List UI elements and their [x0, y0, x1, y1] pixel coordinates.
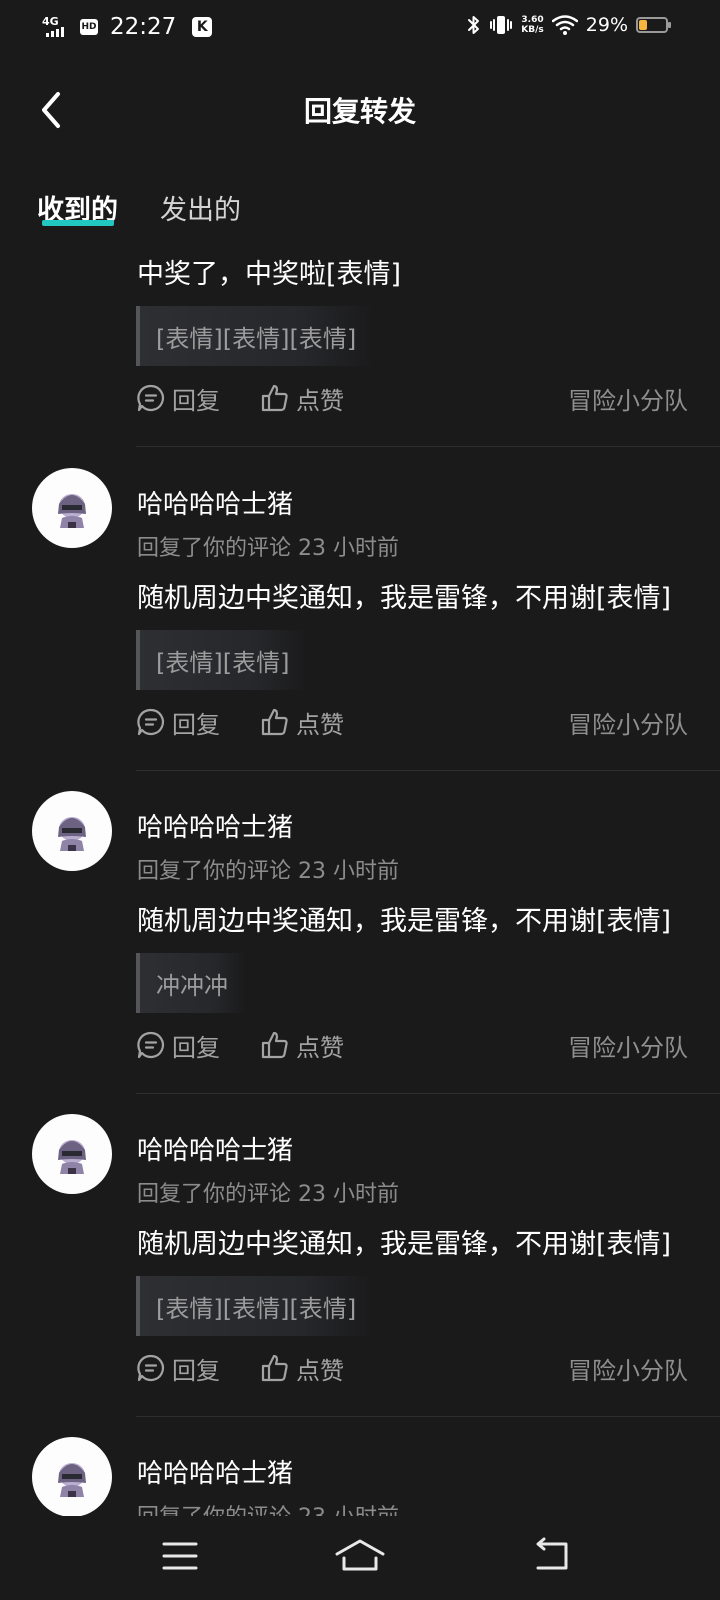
quoted-comment[interactable]: [表情][表情]	[136, 630, 308, 690]
reply-button[interactable]: 回复	[136, 1028, 220, 1063]
page-title: 回复转发	[303, 95, 416, 128]
list-item: 哈哈哈哈士猪 回复了你的评论 23 小时前 随机周边中奖通知，我是雷锋，不用谢[…	[0, 1094, 720, 1417]
system-navigation-bar	[0, 1516, 720, 1600]
hd-icon: HD	[80, 19, 98, 35]
reply-label: 回复	[172, 386, 220, 415]
list-item: 哈哈哈哈士猪 回复了你的评论 23 小时前 随机周边中奖通知，我是雷锋，不用谢[…	[0, 771, 720, 1094]
network-speed: 3.60 KB/s	[521, 15, 543, 35]
comment-icon	[137, 1031, 165, 1059]
reply-meta: 回复了你的评论 23 小时前	[137, 1499, 399, 1516]
reply-label: 回复	[172, 1033, 220, 1062]
list-item: 哈哈哈哈士猪 回复了你的评论 23 小时前	[0, 1417, 720, 1516]
quoted-comment[interactable]: 冲冲冲	[136, 953, 246, 1013]
action-bar: 回复 点赞 冒险小分队	[136, 1348, 688, 1388]
reply-meta: 回复了你的评论 23 小时前	[137, 536, 399, 561]
avatar-character-icon	[58, 1463, 86, 1497]
home-icon	[335, 1539, 385, 1571]
group-name: 冒险小分队	[568, 710, 688, 739]
reply-label: 回复	[172, 1356, 220, 1385]
group-name: 冒险小分队	[568, 386, 688, 415]
battery-icon	[636, 17, 671, 33]
thumbs-up-icon	[261, 1354, 288, 1382]
like-label: 点赞	[296, 1356, 344, 1385]
list-item: 哈哈哈哈士猪 回复了你的评论 23 小时前 随机周边中奖通知，我是雷锋，不用谢[…	[0, 448, 720, 771]
comment-icon	[137, 1354, 165, 1382]
comment-content[interactable]: 随机周边中奖通知，我是雷锋，不用谢[表情]	[137, 1222, 671, 1261]
battery-fill	[639, 20, 647, 30]
user-name[interactable]: 哈哈哈哈士猪	[137, 1130, 293, 1167]
like-label: 点赞	[296, 710, 344, 739]
active-tab-indicator	[42, 220, 114, 226]
reply-label: 回复	[172, 710, 220, 739]
reply-button[interactable]: 回复	[136, 1351, 220, 1386]
avatar[interactable]	[32, 791, 112, 871]
thumbs-up-icon	[261, 1031, 288, 1059]
network-speed-unit: KB/s	[521, 25, 544, 35]
avatar[interactable]	[32, 1437, 112, 1516]
home-button[interactable]	[334, 1536, 386, 1576]
avatar-character-icon	[58, 494, 86, 528]
avatar-character-icon	[58, 817, 86, 851]
cellular-signal-icon: 4G	[42, 15, 72, 39]
user-name[interactable]: 哈哈哈哈士猪	[137, 1453, 293, 1490]
reply-meta: 回复了你的评论 23 小时前	[137, 859, 399, 884]
like-button[interactable]: 点赞	[260, 705, 344, 740]
action-bar: 回复 点赞 冒险小分队	[136, 378, 688, 418]
reply-button[interactable]: 回复	[136, 705, 220, 740]
status-left: 4G HD 22:27 K	[42, 14, 213, 40]
wifi-icon	[551, 15, 578, 35]
reply-button[interactable]: 回复	[136, 381, 220, 416]
status-time: 22:27	[110, 14, 177, 40]
comment-icon	[137, 384, 165, 412]
status-right: 3.60 KB/s 29%	[459, 14, 671, 36]
menu-icon	[162, 1542, 198, 1570]
return-icon	[536, 1537, 568, 1570]
avatar[interactable]	[32, 468, 112, 548]
quoted-comment[interactable]: [表情][表情][表情]	[136, 306, 375, 366]
action-bar: 回复 点赞 冒险小分队	[136, 1025, 688, 1065]
status-bar: 4G HD 22:27 K 3.60 KB/s 29%	[0, 0, 720, 56]
comment-content: 中奖了，中奖啦[表情]	[137, 259, 402, 290]
thumbs-up-icon	[261, 384, 288, 412]
avatar-character-icon	[58, 1140, 86, 1174]
action-bar: 回复 点赞 冒险小分队	[136, 702, 688, 742]
app-notification-icon: K	[192, 17, 213, 37]
comment-content[interactable]: 随机周边中奖通知，我是雷锋，不用谢[表情]	[137, 576, 671, 615]
group-name: 冒险小分队	[568, 1033, 688, 1062]
like-label: 点赞	[296, 386, 344, 415]
menu-button[interactable]	[158, 1536, 202, 1576]
like-label: 点赞	[296, 1033, 344, 1062]
list-item: 中奖了，中奖啦[表情] [表情][表情][表情] 回复 点赞 冒险小分队	[0, 236, 720, 447]
like-button[interactable]: 点赞	[260, 381, 344, 416]
reply-meta: 回复了你的评论 23 小时前	[137, 1182, 399, 1207]
battery-percent: 29%	[585, 14, 628, 36]
back-nav-button[interactable]	[530, 1536, 574, 1576]
divider	[136, 446, 720, 447]
like-button[interactable]: 点赞	[260, 1028, 344, 1063]
like-button[interactable]: 点赞	[260, 1351, 344, 1386]
user-name[interactable]: 哈哈哈哈士猪	[137, 807, 293, 844]
quoted-comment[interactable]: [表情][表情][表情]	[136, 1276, 375, 1336]
group-name: 冒险小分队	[568, 1356, 688, 1385]
comment-content[interactable]: 随机周边中奖通知，我是雷锋，不用谢[表情]	[137, 899, 671, 938]
user-name[interactable]: 哈哈哈哈士猪	[137, 484, 293, 521]
tab-sent[interactable]: 发出的	[160, 188, 241, 227]
thumbs-up-icon	[261, 708, 288, 736]
reply-list[interactable]: 中奖了，中奖啦[表情] [表情][表情][表情] 回复 点赞 冒险小分队 哈哈哈…	[0, 236, 720, 1516]
bluetooth-icon	[468, 16, 480, 34]
network-speed-value: 3.60	[521, 15, 544, 25]
comment-icon	[137, 708, 165, 736]
vibrate-icon	[490, 16, 513, 34]
avatar[interactable]	[32, 1114, 112, 1194]
